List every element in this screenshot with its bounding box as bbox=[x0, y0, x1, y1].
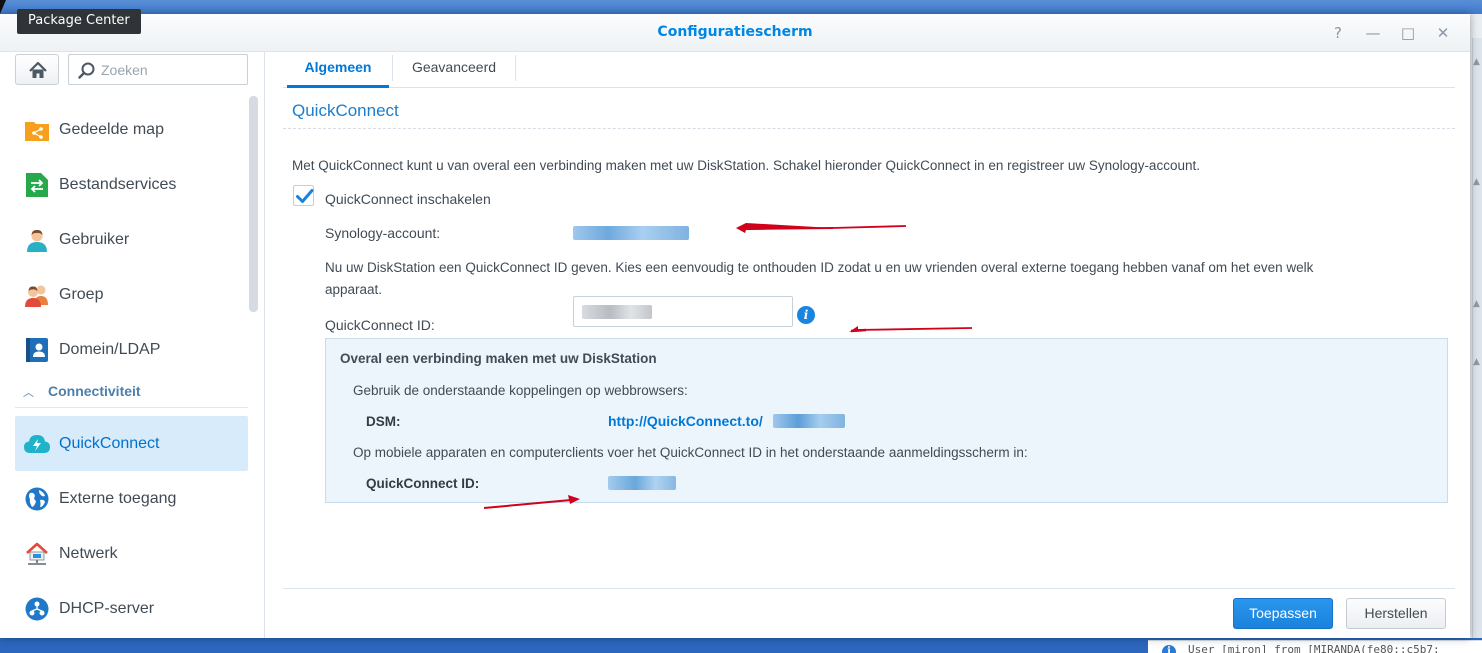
sidebar-item-label: Groep bbox=[59, 285, 104, 303]
group-icon bbox=[24, 282, 50, 308]
sidebar-item-externe-toegang[interactable]: Externe toegang bbox=[15, 471, 248, 526]
file-services-icon bbox=[24, 172, 50, 198]
chevron-icon: ▲ bbox=[1473, 177, 1480, 187]
log-text: User [miron] from [MIRANDA(fe80::c5b7: bbox=[1188, 643, 1440, 653]
sidebar-item-domein-ldap[interactable]: Domein/LDAP bbox=[15, 322, 248, 377]
chevron-up-icon: ▲ bbox=[1473, 57, 1480, 67]
sidebar-item-bestandservices[interactable]: Bestandservices bbox=[15, 157, 248, 212]
window-titlebar: Configuratiescherm ? — □ ✕ bbox=[0, 14, 1470, 52]
section-label: Connectiviteit bbox=[48, 383, 141, 399]
sidebar-item-label: Gebruiker bbox=[59, 230, 130, 248]
sidebar-item-label: Gedeelde map bbox=[59, 120, 164, 138]
window-title: Configuratiescherm bbox=[657, 24, 813, 40]
sidebar-item-quickconnect[interactable]: QuickConnect bbox=[15, 416, 248, 471]
maximize-icon[interactable]: □ bbox=[1397, 22, 1419, 44]
annotation-arrow bbox=[736, 223, 907, 233]
sidebar-item-label: Domein/LDAP bbox=[59, 340, 161, 358]
search-field[interactable] bbox=[68, 54, 248, 85]
desktop-topbar bbox=[0, 0, 1482, 14]
package-center-tooltip: Package Center bbox=[17, 9, 141, 34]
sidebar-item-label: Bestandservices bbox=[59, 175, 177, 193]
main-content: Algemeen Geavanceerd QuickConnect Met Qu… bbox=[266, 52, 1470, 638]
domain-ldap-icon bbox=[24, 337, 50, 363]
dhcp-server-icon bbox=[24, 596, 50, 622]
mouse-cursor-icon bbox=[0, 0, 6, 14]
sidebar-item-groep[interactable]: Groep bbox=[15, 267, 248, 322]
section-connectiviteit[interactable]: ︿ Connectiviteit bbox=[15, 378, 248, 408]
chevron-icon: ▲ bbox=[1473, 299, 1480, 309]
search-input[interactable] bbox=[101, 60, 241, 80]
home-icon bbox=[29, 61, 47, 78]
annotation-arrow bbox=[483, 495, 580, 509]
sidebar-item-label: DHCP-server bbox=[59, 599, 155, 617]
chevron-icon: ▲ bbox=[1473, 357, 1480, 367]
sidebar-item-label: Externe toegang bbox=[59, 489, 177, 507]
sidebar-item-dhcp-server[interactable]: DHCP-server bbox=[15, 581, 248, 636]
external-access-icon bbox=[24, 486, 50, 512]
sidebar-item-label: Netwerk bbox=[59, 544, 118, 562]
annotation-arrow bbox=[849, 326, 973, 333]
shared-folder-icon bbox=[24, 117, 50, 143]
background-scrollbar: ▲ ▲ ▲ ▲ bbox=[1472, 38, 1482, 638]
sidebar-item-gedeelde-map[interactable]: Gedeelde map bbox=[15, 102, 248, 157]
home-button[interactable] bbox=[15, 54, 59, 85]
control-panel-window: Configuratiescherm ? — □ ✕ Gedeelde map bbox=[0, 14, 1470, 638]
sidebar: Gedeelde map Bestandservices Gebruiker G… bbox=[0, 52, 265, 638]
sidebar-item-label: QuickConnect bbox=[59, 434, 160, 452]
chevron-up-icon: ︿ bbox=[23, 386, 34, 399]
quickconnect-icon bbox=[24, 431, 50, 457]
background-log-line: i User [miron] from [MIRANDA(fe80::c5b7: bbox=[1148, 640, 1482, 653]
minimize-icon[interactable]: — bbox=[1362, 22, 1384, 44]
close-icon[interactable]: ✕ bbox=[1432, 22, 1454, 44]
info-icon: i bbox=[1162, 645, 1176, 653]
help-icon[interactable]: ? bbox=[1327, 22, 1349, 44]
sidebar-item-netwerk[interactable]: Netwerk bbox=[15, 526, 248, 581]
sidebar-item-gebruiker[interactable]: Gebruiker bbox=[15, 212, 248, 267]
search-icon bbox=[78, 62, 95, 79]
user-icon bbox=[24, 227, 50, 253]
annotation-arrows bbox=[483, 223, 973, 509]
network-icon bbox=[24, 541, 50, 567]
sidebar-scrollbar[interactable] bbox=[249, 96, 258, 312]
